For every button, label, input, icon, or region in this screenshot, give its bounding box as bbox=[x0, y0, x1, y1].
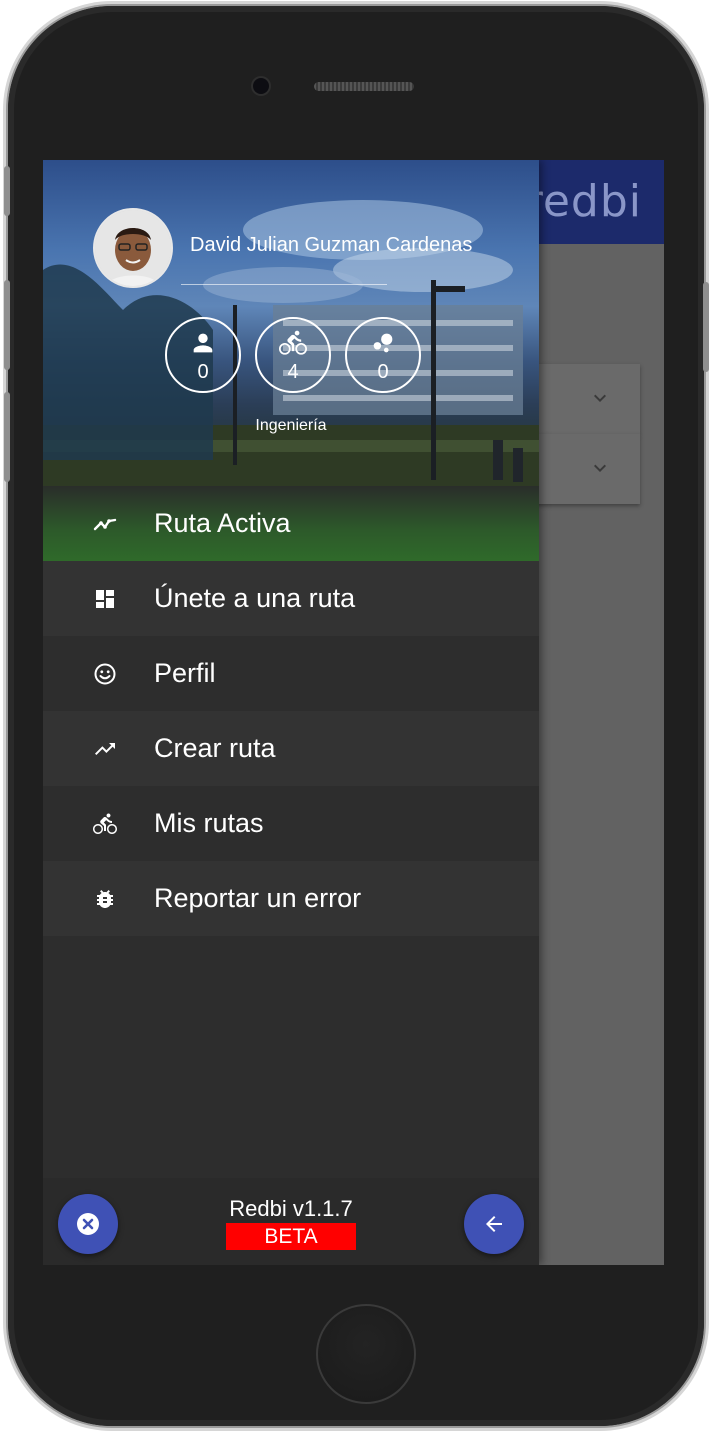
header-divider bbox=[181, 284, 387, 285]
menu-item-perfil[interactable]: Perfil bbox=[43, 636, 539, 711]
menu-item-mis-rutas[interactable]: Mis rutas bbox=[43, 786, 539, 861]
app-screen: redbi David Julian Guzman Cardenas 0 4 0… bbox=[43, 160, 664, 1265]
bike-icon bbox=[93, 812, 117, 836]
avatar[interactable] bbox=[93, 208, 173, 288]
earpiece-speaker bbox=[314, 82, 414, 91]
menu-item-label: Crear ruta bbox=[154, 733, 276, 763]
back-button[interactable] bbox=[464, 1194, 524, 1254]
stat-value: 0 bbox=[197, 361, 209, 383]
app-logo: redbi bbox=[524, 176, 642, 227]
stat-badge-rides[interactable]: 4 bbox=[255, 317, 331, 393]
person-icon bbox=[193, 333, 213, 353]
bubble-chart-icon bbox=[373, 333, 393, 353]
front-camera bbox=[253, 78, 269, 94]
trending-up-icon bbox=[93, 737, 117, 761]
dashboard-icon bbox=[93, 587, 117, 611]
stat-badge-users[interactable]: 0 bbox=[165, 317, 241, 393]
menu-item-label: Únete a una ruta bbox=[154, 583, 356, 613]
chevron-down-icon bbox=[594, 464, 606, 472]
volume-up-button bbox=[4, 280, 10, 370]
smiley-icon bbox=[93, 662, 117, 686]
drawer-menu: Ruta Activa Únete a una ruta Perfil Crea… bbox=[43, 486, 539, 936]
stat-badge-groups[interactable]: 0 bbox=[345, 317, 421, 393]
power-button bbox=[703, 282, 709, 372]
faculty-label: Ingeniería bbox=[255, 417, 327, 434]
arrow-back-icon bbox=[486, 1216, 502, 1232]
drawer-footer: Redbi v1.1.7 BETA bbox=[43, 1178, 539, 1265]
mute-switch bbox=[4, 166, 10, 216]
user-photo bbox=[95, 210, 171, 286]
drawer-header: David Julian Guzman Cardenas 0 4 0 Ingen… bbox=[43, 160, 539, 486]
menu-item-label: Reportar un error bbox=[154, 883, 362, 913]
stat-value: 0 bbox=[377, 361, 389, 383]
menu-item-unete-ruta[interactable]: Únete a una ruta bbox=[43, 561, 539, 636]
timeline-icon bbox=[93, 512, 117, 536]
menu-item-label: Ruta Activa bbox=[154, 508, 291, 538]
expansion-panel[interactable] bbox=[528, 434, 640, 504]
menu-item-label: Perfil bbox=[154, 658, 216, 688]
menu-item-reportar-error[interactable]: Reportar un error bbox=[43, 861, 539, 936]
bike-icon bbox=[279, 330, 307, 355]
home-button[interactable] bbox=[316, 1304, 416, 1404]
navigation-drawer: David Julian Guzman Cardenas 0 4 0 Ingen… bbox=[43, 160, 539, 1265]
expansion-panel[interactable] bbox=[528, 364, 640, 434]
beta-badge: BETA bbox=[226, 1223, 356, 1250]
user-name: David Julian Guzman Cardenas bbox=[190, 234, 473, 256]
volume-down-button bbox=[4, 392, 10, 482]
menu-item-crear-ruta[interactable]: Crear ruta bbox=[43, 711, 539, 786]
menu-item-ruta-activa[interactable]: Ruta Activa bbox=[43, 486, 539, 561]
chevron-down-icon bbox=[594, 394, 606, 402]
bug-icon bbox=[93, 887, 117, 911]
stat-value: 4 bbox=[287, 361, 299, 383]
menu-item-label: Mis rutas bbox=[154, 808, 264, 838]
